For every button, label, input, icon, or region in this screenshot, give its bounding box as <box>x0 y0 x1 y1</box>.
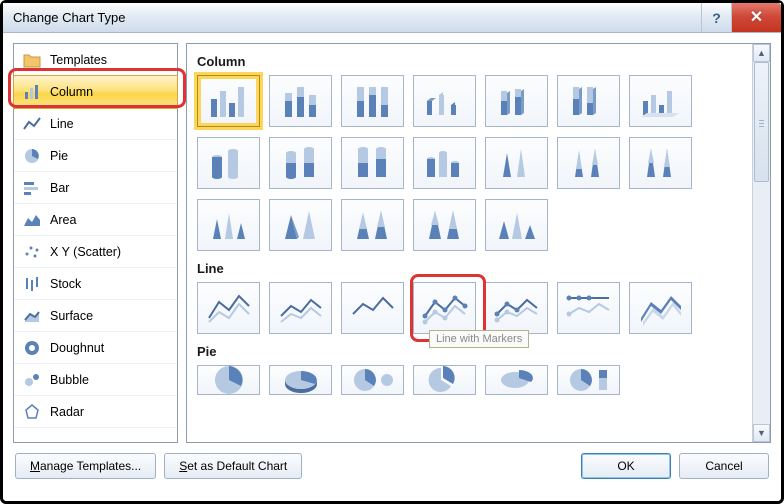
sidebar-item-pie[interactable]: Pie <box>14 140 177 172</box>
bar-chart-icon <box>22 178 42 198</box>
chart-type-3d-cone[interactable] <box>197 199 260 251</box>
sidebar-item-area[interactable]: Area <box>14 204 177 236</box>
sidebar-item-label: Area <box>50 213 76 227</box>
chart-type-clustered-column[interactable] <box>197 75 260 127</box>
section-header-column: Column <box>197 54 752 69</box>
sidebar-item-templates[interactable]: Templates <box>14 44 177 76</box>
sidebar-item-label: X Y (Scatter) <box>50 245 121 259</box>
chart-type-3d-column[interactable] <box>629 75 692 127</box>
help-button[interactable]: ? <box>701 3 731 32</box>
gallery-scrollbar[interactable]: ▲ ▼ <box>752 44 770 442</box>
bubble-chart-icon <box>22 370 42 390</box>
tooltip-line-with-markers: Line with Markers <box>429 330 529 348</box>
sidebar-item-line[interactable]: Line <box>14 108 177 140</box>
chart-type-100-stacked-line[interactable] <box>341 282 404 334</box>
chart-type-stacked-column[interactable] <box>269 75 332 127</box>
chart-type-pie[interactable] <box>197 365 260 395</box>
chart-type-stacked-cone[interactable] <box>557 137 620 189</box>
chart-type-clustered-cone[interactable] <box>485 137 548 189</box>
sidebar-item-column[interactable]: Column <box>13 75 178 109</box>
chart-type-stacked-line-with-markers[interactable] <box>485 282 548 334</box>
sidebar-item-radar[interactable]: Radar <box>14 396 177 428</box>
surface-chart-icon <box>22 306 42 326</box>
chart-type-3d-pie[interactable] <box>269 365 332 395</box>
section-header-line: Line <box>197 261 752 276</box>
scroll-thumb[interactable] <box>754 62 769 182</box>
area-chart-icon <box>22 210 42 230</box>
chart-gallery-pane: Column <box>186 43 771 443</box>
chart-type-3d-pyramid[interactable] <box>485 199 548 251</box>
chart-type-exploded-3d-pie[interactable] <box>485 365 548 395</box>
sidebar-item-label: Line <box>50 117 74 131</box>
sidebar-item-surface[interactable]: Surface <box>14 300 177 332</box>
sidebar-item-label: Bubble <box>50 373 89 387</box>
sidebar-item-label: Surface <box>50 309 93 323</box>
chart-type-3d-100-stacked-column[interactable] <box>557 75 620 127</box>
chart-type-clustered-cylinder[interactable] <box>197 137 260 189</box>
chart-type-bar-of-pie[interactable] <box>557 365 620 395</box>
sidebar-item-scatter[interactable]: X Y (Scatter) <box>14 236 177 268</box>
chart-type-3d-line[interactable] <box>629 282 692 334</box>
set-default-chart-button[interactable]: Set as Default Chart <box>164 453 302 479</box>
cancel-button[interactable]: Cancel <box>679 453 769 479</box>
chart-type-stacked-cylinder[interactable] <box>269 137 332 189</box>
sidebar-item-label: Radar <box>50 405 84 419</box>
chart-type-100-stacked-cone[interactable] <box>629 137 692 189</box>
window-title: Change Chart Type <box>13 10 126 25</box>
scroll-down-button[interactable]: ▼ <box>753 424 770 442</box>
scatter-chart-icon <box>22 242 42 262</box>
chart-type-100-stacked-column[interactable] <box>341 75 404 127</box>
scroll-track[interactable] <box>753 62 770 424</box>
chart-type-3d-stacked-column[interactable] <box>485 75 548 127</box>
chart-type-stacked-line[interactable] <box>269 282 332 334</box>
ok-button[interactable]: OK <box>581 453 671 479</box>
title-bar: Change Chart Type ? ✕ <box>3 3 781 33</box>
folder-icon <box>22 50 42 70</box>
manage-templates-button[interactable]: Manage Templates... <box>15 453 156 479</box>
sidebar-item-label: Pie <box>50 149 68 163</box>
chart-category-sidebar: Templates Column Line Pie Bar Area X Y (… <box>13 43 178 443</box>
close-button[interactable]: ✕ <box>731 3 781 32</box>
sidebar-item-stock[interactable]: Stock <box>14 268 177 300</box>
chart-type-100-stacked-line-with-markers[interactable] <box>557 282 620 334</box>
close-icon: ✕ <box>750 10 763 26</box>
radar-chart-icon <box>22 402 42 422</box>
sidebar-item-label: Doughnut <box>50 341 104 355</box>
sidebar-item-label: Column <box>50 85 93 99</box>
chart-type-clustered-pyramid[interactable] <box>269 199 332 251</box>
sidebar-item-bubble[interactable]: Bubble <box>14 364 177 396</box>
sidebar-item-label: Templates <box>50 53 107 67</box>
chart-type-exploded-pie[interactable] <box>413 365 476 395</box>
chart-type-100-stacked-pyramid[interactable] <box>413 199 476 251</box>
chart-type-stacked-pyramid[interactable] <box>341 199 404 251</box>
sidebar-item-bar[interactable]: Bar <box>14 172 177 204</box>
sidebar-item-doughnut[interactable]: Doughnut <box>14 332 177 364</box>
chart-type-line-with-markers[interactable] <box>413 282 476 334</box>
column-chart-icon <box>22 82 42 102</box>
dialog-footer: Manage Templates... Set as Default Chart… <box>3 443 781 489</box>
doughnut-chart-icon <box>22 338 42 358</box>
chart-type-100-stacked-cylinder[interactable] <box>341 137 404 189</box>
chart-type-line[interactable] <box>197 282 260 334</box>
chart-type-3d-cylinder[interactable] <box>413 137 476 189</box>
line-chart-icon <box>22 114 42 134</box>
chart-type-3d-clustered-column[interactable] <box>413 75 476 127</box>
sidebar-item-label: Bar <box>50 181 69 195</box>
pie-chart-icon <box>22 146 42 166</box>
stock-chart-icon <box>22 274 42 294</box>
scroll-up-button[interactable]: ▲ <box>753 44 770 62</box>
sidebar-item-label: Stock <box>50 277 81 291</box>
chart-type-pie-of-pie[interactable] <box>341 365 404 395</box>
